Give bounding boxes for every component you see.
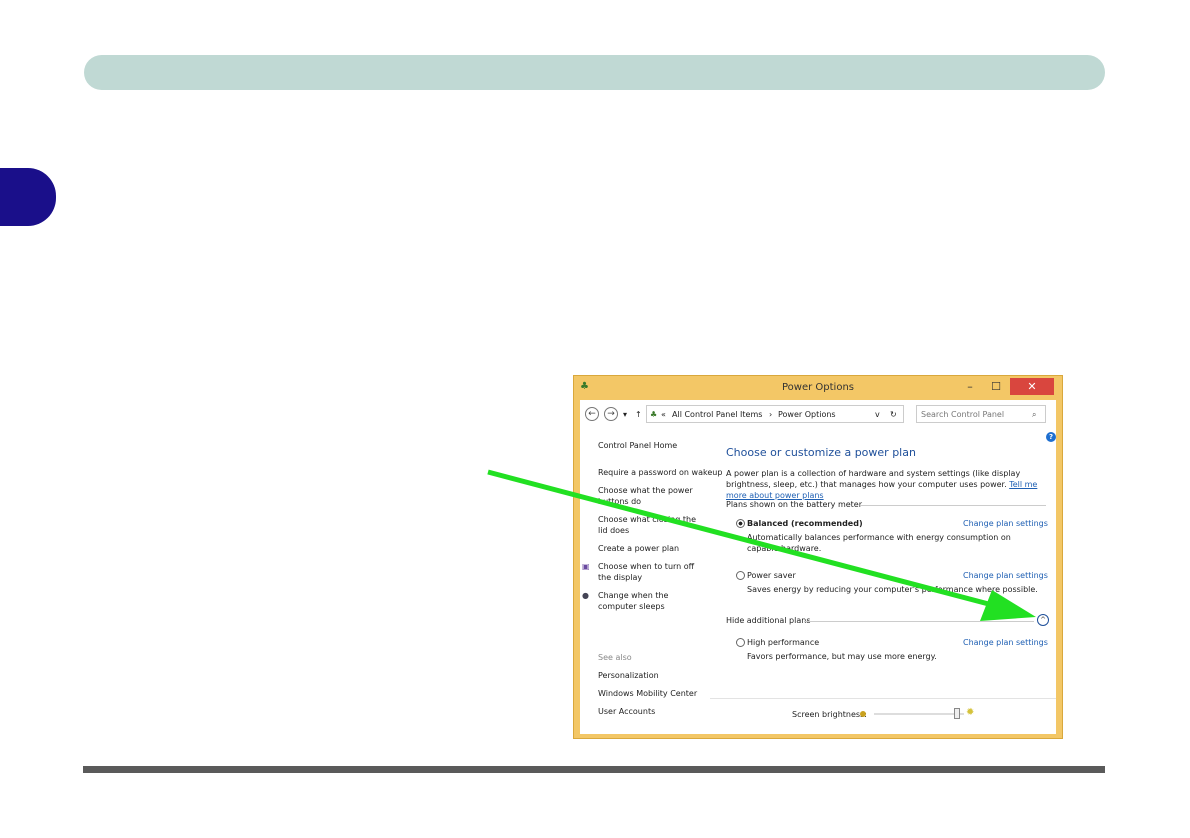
arrow-shaft <box>487 469 1001 610</box>
arrow-head <box>980 590 1036 621</box>
annotation-arrow <box>487 469 1036 621</box>
